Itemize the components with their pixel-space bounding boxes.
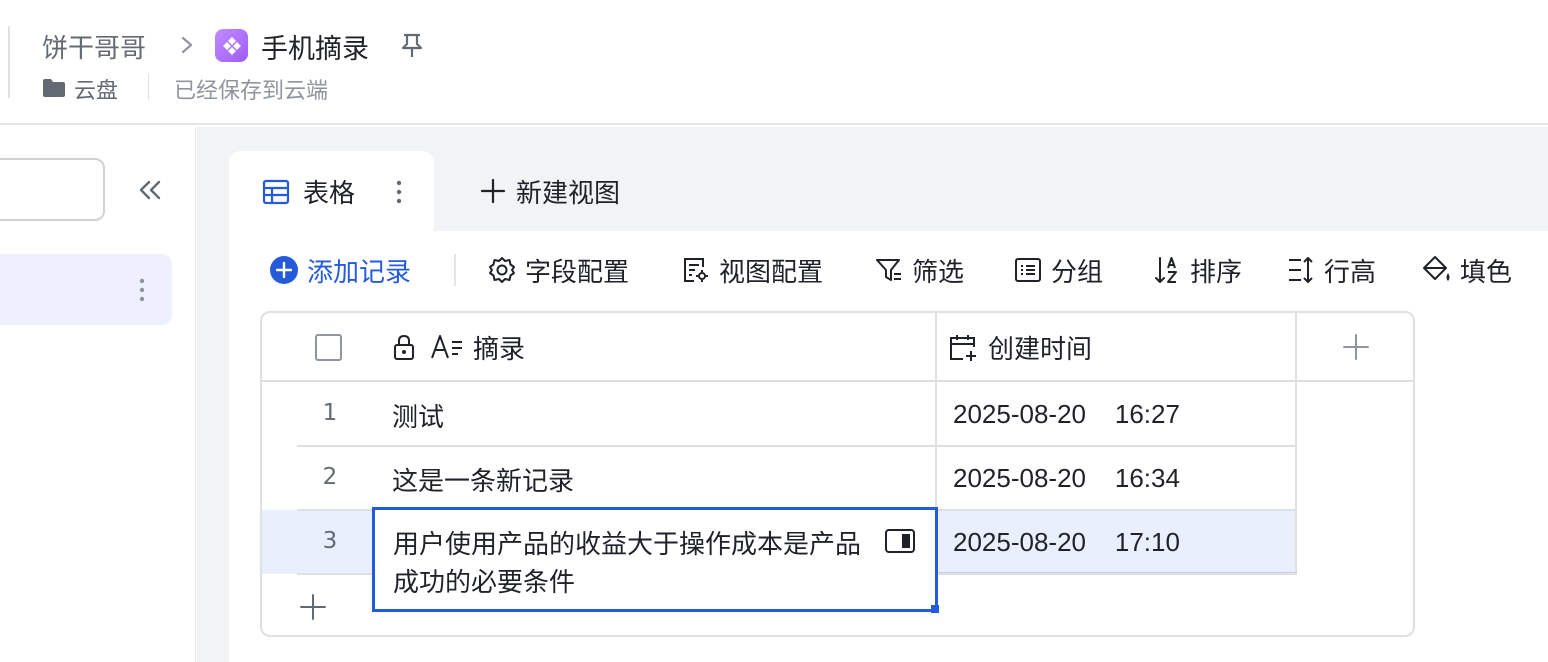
collapse-sidebar-icon[interactable] xyxy=(135,175,167,205)
pin-icon[interactable] xyxy=(398,30,426,60)
sidebar xyxy=(0,127,196,662)
document-header: 饼干哥哥 手机摘录 云盘 已经保存到云端 xyxy=(0,0,1548,125)
text-field-icon xyxy=(431,335,462,359)
cell-excerpt[interactable]: 测试 xyxy=(392,397,444,434)
filter-icon xyxy=(876,259,901,281)
select-all-checkbox[interactable] xyxy=(315,334,342,361)
row-number: 3 xyxy=(322,528,338,554)
column-header-created[interactable]: 创建时间 xyxy=(988,329,1092,366)
tab-label: 表格 xyxy=(303,179,356,209)
column-header-excerpt[interactable]: 摘录 xyxy=(473,329,525,366)
add-record-button[interactable]: 添加记录 xyxy=(269,250,411,290)
calendar-plus-icon xyxy=(950,335,976,361)
row-height-button[interactable]: 行高 xyxy=(1286,250,1376,290)
sidebar-item-table[interactable] xyxy=(0,254,172,325)
fill-handle[interactable] xyxy=(931,605,939,613)
sort-label: 排序 xyxy=(1190,257,1243,288)
sidebar-search-input[interactable] xyxy=(0,158,105,221)
save-status: 已经保存到云端 xyxy=(174,79,329,104)
active-cell-editor[interactable]: 用户使用产品的收益大于操作成本是产品成功的必要条件 xyxy=(372,507,938,612)
fill-color-button[interactable]: 填色 xyxy=(1422,250,1512,290)
cell-created[interactable]: 2025-08-20 16:34 xyxy=(953,463,1180,494)
sort-icon xyxy=(1155,257,1177,283)
header-edge-divider xyxy=(8,26,10,98)
fill-color-label: 填色 xyxy=(1460,257,1513,288)
group-label: 分组 xyxy=(1051,257,1104,288)
view-config-button[interactable]: 视图配置 xyxy=(681,250,823,290)
document-title[interactable]: 手机摘录 xyxy=(261,27,369,66)
add-row-icon[interactable] xyxy=(299,593,327,621)
sort-button[interactable]: 排序 xyxy=(1152,250,1242,290)
chevron-right-icon xyxy=(181,36,193,54)
cell-excerpt[interactable]: 这是一条新记录 xyxy=(392,461,574,498)
field-config-label: 字段配置 xyxy=(525,257,630,288)
view-config-icon xyxy=(684,258,708,282)
paint-bucket-icon xyxy=(1423,256,1450,281)
add-circle-icon xyxy=(270,256,298,284)
group-button[interactable]: 分组 xyxy=(1013,250,1103,290)
table-row[interactable]: 2 这是一条新记录 2025-08-20 16:34 xyxy=(262,446,1297,510)
more-vertical-icon[interactable] xyxy=(389,175,409,209)
location-label[interactable]: 云盘 xyxy=(74,73,118,105)
toolbar-divider xyxy=(454,254,456,286)
breadcrumb-owner[interactable]: 饼干哥哥 xyxy=(42,28,146,65)
plus-icon xyxy=(480,178,506,204)
new-view-label: 新建视图 xyxy=(516,178,621,209)
more-vertical-icon[interactable] xyxy=(132,274,152,306)
filter-label: 筛选 xyxy=(912,257,965,288)
field-config-button[interactable]: 字段配置 xyxy=(487,250,629,290)
add-record-label: 添加记录 xyxy=(307,257,412,288)
filter-button[interactable]: 筛选 xyxy=(874,250,964,290)
lock-icon xyxy=(394,334,414,360)
folder-icon xyxy=(43,79,65,97)
row-number: 1 xyxy=(322,400,338,426)
meta-divider xyxy=(148,74,149,100)
view-config-label: 视图配置 xyxy=(719,257,824,288)
cell-created[interactable]: 2025-08-20 16:27 xyxy=(953,399,1180,430)
row-height-label: 行高 xyxy=(1324,257,1377,288)
cell-created[interactable]: 2025-08-20 17:10 xyxy=(953,527,1180,558)
row-height-icon xyxy=(1289,257,1313,283)
table-icon xyxy=(262,179,290,205)
row-number: 2 xyxy=(322,464,338,490)
column-divider xyxy=(1295,313,1297,382)
cell-editor-text[interactable]: 用户使用产品的收益大于操作成本是产品成功的必要条件 xyxy=(393,526,863,602)
group-icon xyxy=(1015,258,1041,282)
gear-icon xyxy=(489,257,515,283)
new-view-button[interactable]: 新建视图 xyxy=(480,174,621,209)
base-app-icon xyxy=(215,29,248,62)
table-row[interactable]: 1 测试 2025-08-20 16:27 xyxy=(262,382,1297,446)
tab-table-view[interactable]: 表格 xyxy=(229,151,434,231)
grid-header: 摘录 创建时间 xyxy=(262,313,1413,382)
add-column-icon[interactable] xyxy=(1342,333,1370,361)
expand-record-icon[interactable] xyxy=(884,528,916,554)
